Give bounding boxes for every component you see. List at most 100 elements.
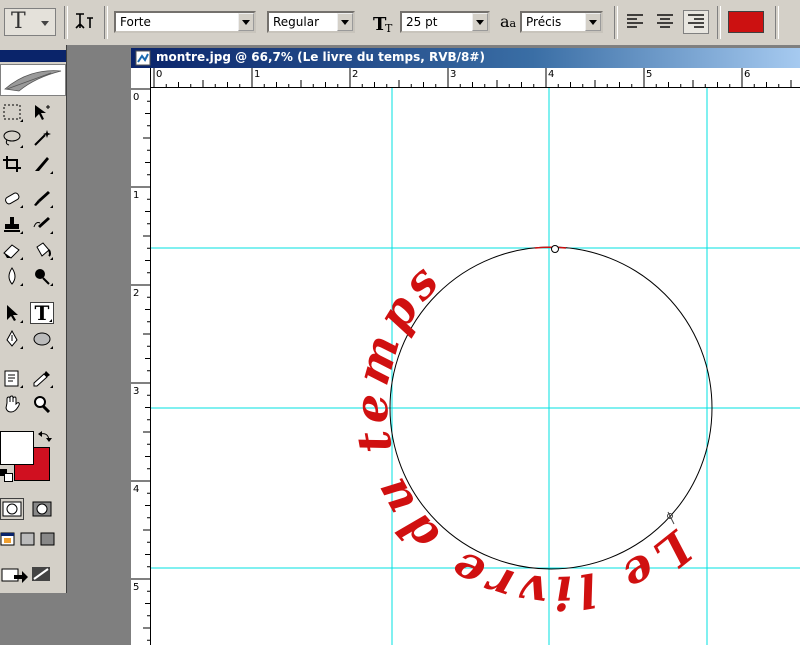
magic-wand-tool[interactable] [30,127,54,149]
canvas-artwork: Le livre du temps [151,88,800,645]
text-orientation-button[interactable] [72,10,96,34]
align-right-button[interactable] [683,10,709,34]
vertical-ruler-ticks: 0 1 2 3 4 5 [131,88,150,641]
font-style-select[interactable]: Regular [267,11,355,33]
options-bar: T Forte Regular TT 25 pt aa Précis [0,0,800,46]
default-colors-icon[interactable] [0,469,13,482]
slice-tool[interactable] [30,153,54,175]
bandage-icon [5,192,20,205]
move-icon [35,105,50,120]
ruler-label: 6 [744,69,750,80]
chevron-down-icon[interactable] [585,13,601,31]
antialias-glyph-large: a [500,12,510,31]
brush-tool[interactable] [30,187,54,209]
eraser-tool[interactable] [0,239,24,261]
text-on-path[interactable]: Le livre du temps [344,251,704,620]
type-tool-icon: T [11,9,26,34]
ruler-origin[interactable] [131,68,151,88]
ruler-label: 0 [156,69,162,80]
horizontal-ruler[interactable]: 0 1 2 3 4 5 6 [151,68,800,88]
path-start-handle[interactable] [551,245,559,253]
imageready-icon [1,567,50,583]
ruler-label: 4 [133,484,139,495]
jump-to-imageready-button[interactable] [0,563,56,585]
screen-mode-icon [0,532,15,546]
text-color-swatch[interactable] [728,11,764,33]
document-window: montre.jpg @ 66,7% (Le livre du temps, R… [131,48,800,645]
toolbox: T [0,45,67,593]
svg-text:T: T [385,22,393,34]
font-family-value: Forte [120,15,151,29]
quick-mask-button[interactable] [30,498,54,520]
dodge-icon [35,269,50,285]
lasso-icon [3,130,21,146]
path-selection-tool[interactable] [0,302,24,324]
marquee-tool[interactable] [0,101,24,123]
crop-tool[interactable] [0,153,24,175]
document-title-bar[interactable]: montre.jpg @ 66,7% (Le livre du temps, R… [131,48,800,68]
align-left-icon [627,14,643,28]
feather-logo [0,64,66,96]
healing-brush-tool[interactable] [0,187,24,209]
arrow-select-icon [7,305,18,321]
chevron-down-icon[interactable] [238,13,254,31]
drop-icon [8,267,16,285]
move-tool[interactable] [30,101,54,123]
tool-preset-picker[interactable]: T [4,8,56,36]
screen-mode-full-menu-button[interactable] [20,531,36,547]
eraser-icon [3,244,20,259]
zoom-tool[interactable] [30,393,54,415]
stamp-icon [4,217,20,232]
ellipse-icon [33,332,51,346]
font-size-icon: TT [373,14,393,34]
eyedropper-tool[interactable] [30,367,54,389]
blur-tool[interactable] [0,265,24,287]
magnifier-icon [34,396,51,413]
ruler-label: 2 [352,69,358,80]
chevron-down-icon[interactable] [337,13,353,31]
paint-bucket-icon [36,242,51,257]
ruler-label: 1 [254,69,260,80]
notes-tool[interactable] [0,367,24,389]
screen-mode-full-button[interactable] [40,531,56,547]
foreground-color-swatch[interactable] [0,431,34,465]
magic-wand-icon [34,130,51,146]
hand-tool[interactable] [0,393,24,415]
font-size-value: 25 pt [406,15,438,29]
ruler-label: 5 [133,582,139,593]
antialias-select[interactable]: Précis [520,11,603,33]
shape-tool[interactable] [30,328,54,350]
standard-mode-button[interactable] [0,498,24,520]
screen-mode-icon [40,532,55,546]
slice-icon [35,157,49,171]
screen-mode-standard-button[interactable] [0,531,16,547]
notes-icon [4,370,19,387]
ruler-label: 0 [133,92,139,103]
pen-tool[interactable] [0,328,24,350]
dodge-tool[interactable] [30,265,54,287]
align-left-button[interactable] [623,11,647,33]
antialias-value: Précis [526,15,562,29]
chevron-down-icon[interactable] [472,13,488,31]
history-brush-tool[interactable] [30,213,54,235]
ruler-label: 4 [548,69,554,80]
document-icon [135,50,151,66]
font-family-select[interactable]: Forte [114,11,256,33]
history-brush-icon [33,217,50,228]
lasso-tool[interactable] [0,127,24,149]
font-size-select[interactable]: 25 pt [400,11,490,33]
quick-mask-icon [32,501,52,517]
vertical-ruler[interactable]: 0 1 2 3 4 5 [131,87,151,645]
type-tool[interactable]: T [30,301,54,325]
align-center-icon [657,14,673,28]
rect-marquee-icon [3,104,21,120]
align-center-button[interactable] [653,11,677,33]
horizontal-ruler-ticks: 0 1 2 3 4 5 6 [153,68,792,87]
clone-stamp-tool[interactable] [0,213,24,235]
image-canvas[interactable]: Le livre du temps [151,88,800,645]
brush-icon [34,191,50,206]
align-right-icon [688,14,704,28]
swap-colors-icon[interactable] [38,430,52,444]
ruler-label: 2 [133,288,139,299]
paint-bucket-tool[interactable] [30,239,54,261]
